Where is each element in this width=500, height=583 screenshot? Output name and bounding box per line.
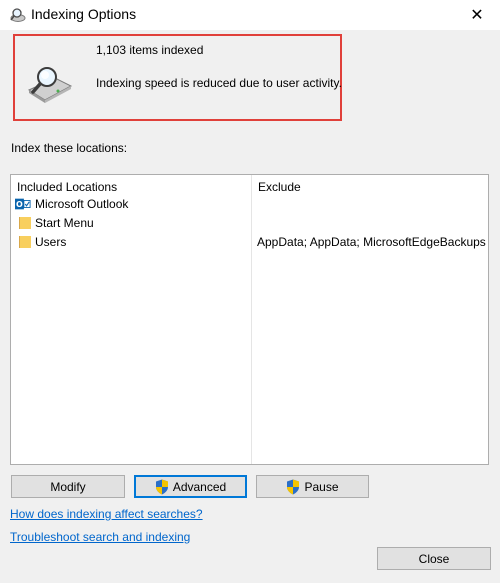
included-locations-header: Included Locations (17, 180, 118, 194)
location-name: Users (35, 235, 67, 249)
indexing-status-message: Indexing speed is reduced due to user ac… (96, 76, 342, 90)
outlook-icon: O (15, 198, 31, 210)
location-name: Start Menu (35, 216, 94, 230)
list-item[interactable]: Start Menu (11, 214, 488, 233)
close-icon: ✕ (470, 7, 484, 24)
troubleshoot-link[interactable]: Troubleshoot search and indexing (10, 530, 190, 544)
close-window-button[interactable]: ✕ (454, 0, 500, 30)
list-item[interactable]: O Microsoft Outlook (11, 195, 488, 214)
location-name: Microsoft Outlook (35, 197, 129, 211)
uac-shield-icon (155, 479, 168, 494)
modify-label: Modify (50, 479, 86, 494)
location-exclude: AppData; AppData; MicrosoftEdgeBackups (257, 235, 486, 249)
advanced-label: Advanced (172, 479, 227, 494)
locations-list[interactable]: Included Locations Exclude O Microsoft O… (10, 174, 489, 465)
modify-button[interactable]: Modify (11, 475, 125, 498)
title-bar: Indexing Options ✕ (0, 0, 500, 30)
advanced-button[interactable]: Advanced (134, 475, 247, 498)
indexing-icon (10, 8, 26, 22)
list-item[interactable]: Users AppData; AppData; MicrosoftEdgeBac… (11, 233, 488, 252)
pause-button[interactable]: Pause (256, 475, 369, 498)
close-label: Close (418, 551, 450, 566)
folder-icon (16, 215, 32, 231)
close-button[interactable]: Close (377, 547, 491, 570)
folder-icon (16, 234, 32, 250)
index-locations-label: Index these locations: (11, 141, 128, 155)
items-indexed-count: 1,103 items indexed (96, 43, 204, 57)
svg-text:O: O (16, 200, 23, 209)
window-title: Indexing Options (31, 6, 137, 22)
how-indexing-affects-link[interactable]: How does indexing affect searches? (10, 507, 203, 521)
uac-shield-icon (287, 479, 300, 494)
indexing-status-icon (27, 67, 73, 103)
exclude-header: Exclude (258, 180, 301, 194)
pause-label: Pause (304, 479, 339, 494)
